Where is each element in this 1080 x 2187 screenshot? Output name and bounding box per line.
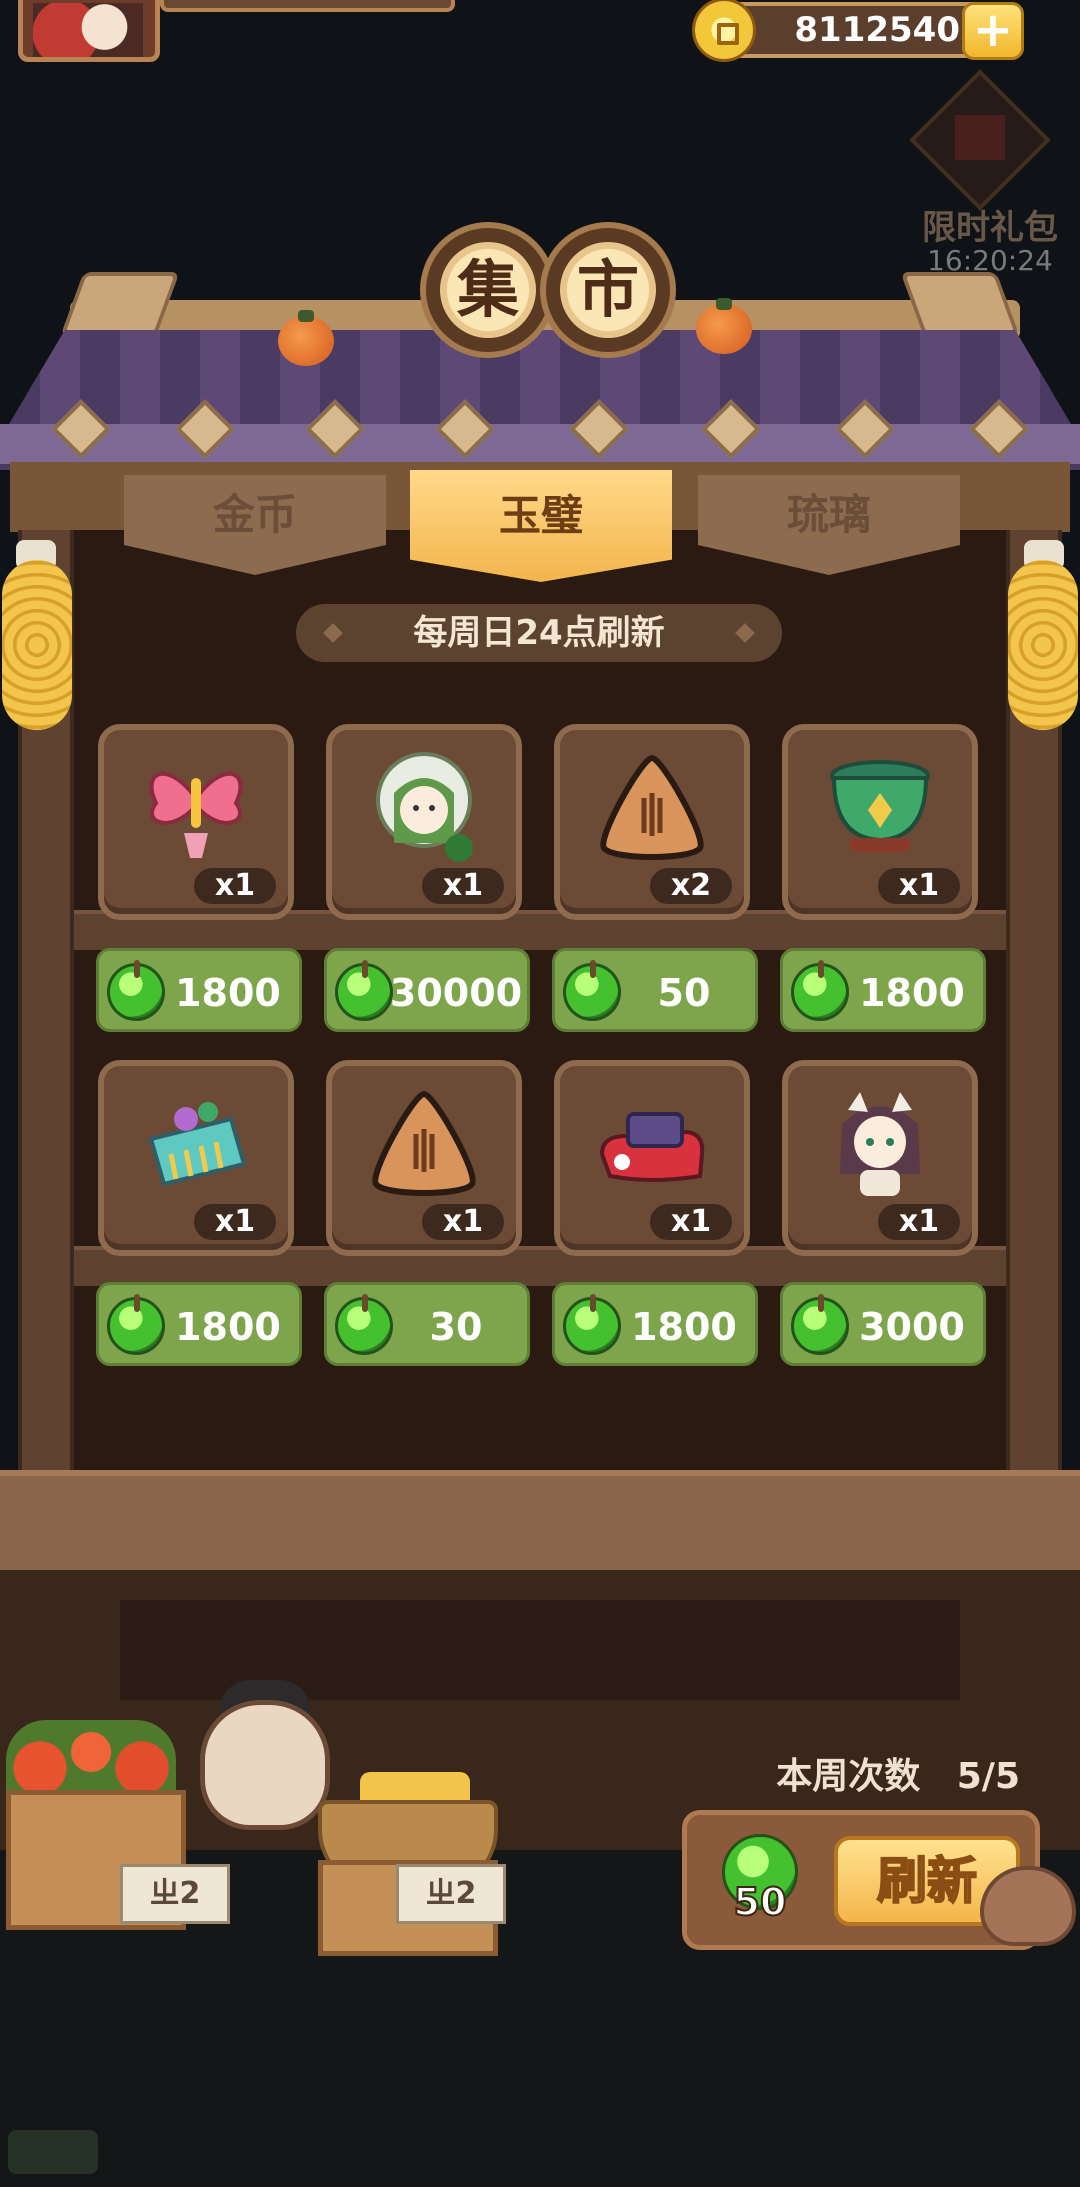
add-coins-button[interactable]: + bbox=[962, 2, 1024, 60]
coin-balance-value: 8112540 bbox=[794, 10, 960, 50]
jade-gem-icon bbox=[791, 960, 849, 1021]
merchant-face-icon bbox=[200, 1700, 330, 1830]
title-char-2: 市 bbox=[560, 242, 656, 338]
tab-jade[interactable]: 玉璧 bbox=[410, 470, 672, 582]
corn-decoration-icon bbox=[2, 560, 72, 730]
red-ink-stone-icon bbox=[592, 1084, 712, 1204]
jade-gem-icon bbox=[335, 960, 393, 1021]
copper-coin-icon bbox=[692, 0, 756, 62]
price-value: 30000 bbox=[389, 971, 523, 1015]
jade-gem-icon bbox=[335, 1294, 393, 1355]
butterfly-ornament-icon bbox=[136, 748, 256, 868]
item-slot[interactable]: x1 bbox=[782, 1060, 978, 1256]
price-button[interactable]: 1800 bbox=[552, 1282, 758, 1366]
item-slot[interactable]: x1 bbox=[98, 1060, 294, 1256]
rice-cake-triangle-icon bbox=[364, 1084, 484, 1204]
corn-decoration-icon bbox=[1008, 560, 1078, 730]
title-char-1: 集 bbox=[440, 242, 536, 338]
item-quantity: x1 bbox=[878, 1204, 960, 1240]
refresh-cost: 50 bbox=[733, 1879, 788, 1925]
item-quantity: x1 bbox=[422, 868, 504, 904]
price-value: 1800 bbox=[631, 1305, 737, 1349]
price-value: 30 bbox=[429, 1305, 483, 1349]
cat-ear-girl-character-icon bbox=[820, 1084, 940, 1204]
item-slot[interactable]: x2 bbox=[554, 724, 750, 920]
item-quantity: x1 bbox=[194, 1204, 276, 1240]
green-hood-character-icon bbox=[364, 748, 484, 868]
title-plaque-right: 市 bbox=[540, 222, 676, 358]
player-name-strip bbox=[160, 0, 455, 12]
item-quantity: x1 bbox=[878, 868, 960, 904]
roof-band bbox=[0, 424, 1080, 464]
price-button[interactable]: 1800 bbox=[780, 948, 986, 1032]
price-value: 1800 bbox=[859, 971, 965, 1015]
price-button[interactable]: 30000 bbox=[324, 948, 530, 1032]
title-plaque-left: 集 bbox=[420, 222, 556, 358]
tomato-pile-icon bbox=[6, 1720, 176, 1800]
price-value: 50 bbox=[657, 971, 711, 1015]
jade-gem-icon bbox=[107, 960, 165, 1021]
jade-gem-icon bbox=[791, 1294, 849, 1355]
item-quantity: x1 bbox=[194, 868, 276, 904]
gift-box-icon bbox=[955, 115, 1005, 160]
item-slot[interactable]: x1 bbox=[98, 724, 294, 920]
item-quantity: x1 bbox=[650, 1204, 732, 1240]
item-slot[interactable]: x1 bbox=[782, 724, 978, 920]
item-slot[interactable]: x1 bbox=[326, 1060, 522, 1256]
price-value: 1800 bbox=[175, 971, 281, 1015]
refresh-notice: 每周日24点刷新 bbox=[296, 604, 782, 662]
rice-cake-triangle-icon bbox=[592, 748, 712, 868]
price-button[interactable]: 1800 bbox=[96, 1282, 302, 1366]
price-button[interactable]: 1800 bbox=[96, 948, 302, 1032]
price-button[interactable]: 30 bbox=[324, 1282, 530, 1366]
limited-gift-label: 限时礼包 bbox=[922, 208, 1058, 248]
persimmon-icon bbox=[696, 298, 752, 354]
weekly-refresh-label: 本周次数 bbox=[776, 1756, 921, 1797]
weekly-refresh-value: 5/5 bbox=[956, 1756, 1020, 1797]
jade-gem-icon bbox=[107, 1294, 165, 1355]
jade-gem-icon bbox=[563, 1294, 621, 1355]
ornate-comb-icon bbox=[136, 1084, 256, 1204]
bottom-corner-button[interactable] bbox=[8, 2130, 98, 2174]
price-sign-right: ㄓ2 bbox=[396, 1864, 506, 1924]
jade-gem-icon bbox=[563, 960, 621, 1021]
weekly-refresh-count: 本周次数 5/5 bbox=[700, 1752, 1020, 1802]
counter-top bbox=[0, 1470, 1080, 1570]
item-quantity: x2 bbox=[650, 868, 732, 904]
merchant-character[interactable] bbox=[190, 1680, 340, 1880]
price-button[interactable]: 3000 bbox=[780, 1282, 986, 1366]
price-value: 1800 bbox=[175, 1305, 281, 1349]
item-slot[interactable]: x1 bbox=[326, 724, 522, 920]
jade-pot-icon bbox=[820, 748, 940, 868]
persimmon-icon bbox=[278, 310, 334, 366]
player-avatar[interactable] bbox=[18, 0, 160, 62]
price-button[interactable]: 50 bbox=[552, 948, 758, 1032]
item-quantity: x1 bbox=[422, 1204, 504, 1240]
price-value: 3000 bbox=[859, 1305, 965, 1349]
cat-mascot-icon bbox=[980, 1866, 1076, 1946]
item-slot[interactable]: x1 bbox=[554, 1060, 750, 1256]
